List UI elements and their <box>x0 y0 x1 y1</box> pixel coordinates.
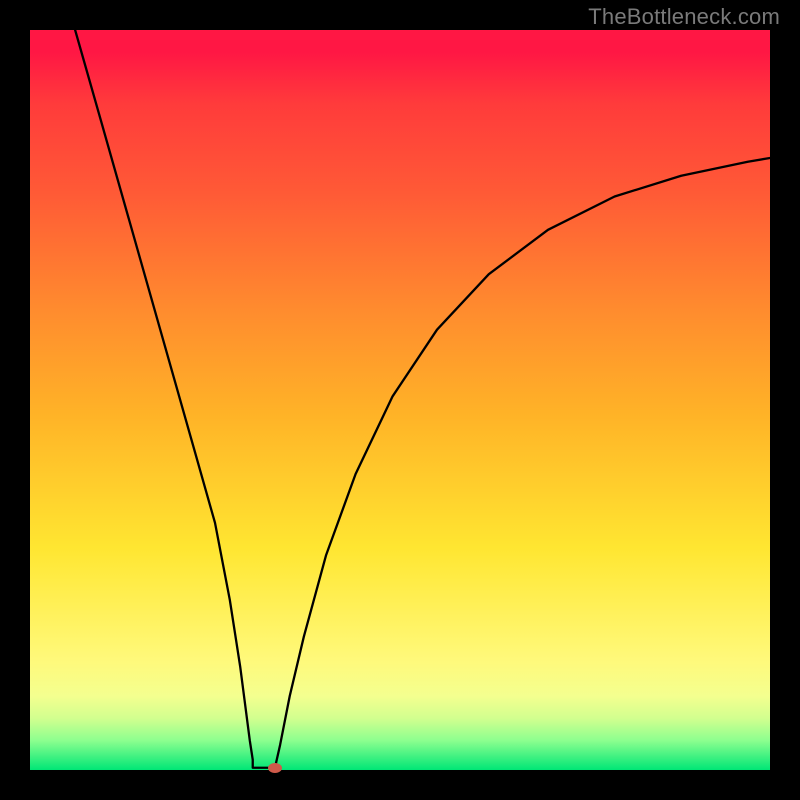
optimal-point-marker <box>268 763 282 773</box>
bottleneck-curve <box>75 30 770 768</box>
chart-stage: TheBottleneck.com <box>0 0 800 800</box>
curve-layer <box>30 30 770 770</box>
plot-area <box>30 30 770 770</box>
watermark-text: TheBottleneck.com <box>588 4 780 30</box>
